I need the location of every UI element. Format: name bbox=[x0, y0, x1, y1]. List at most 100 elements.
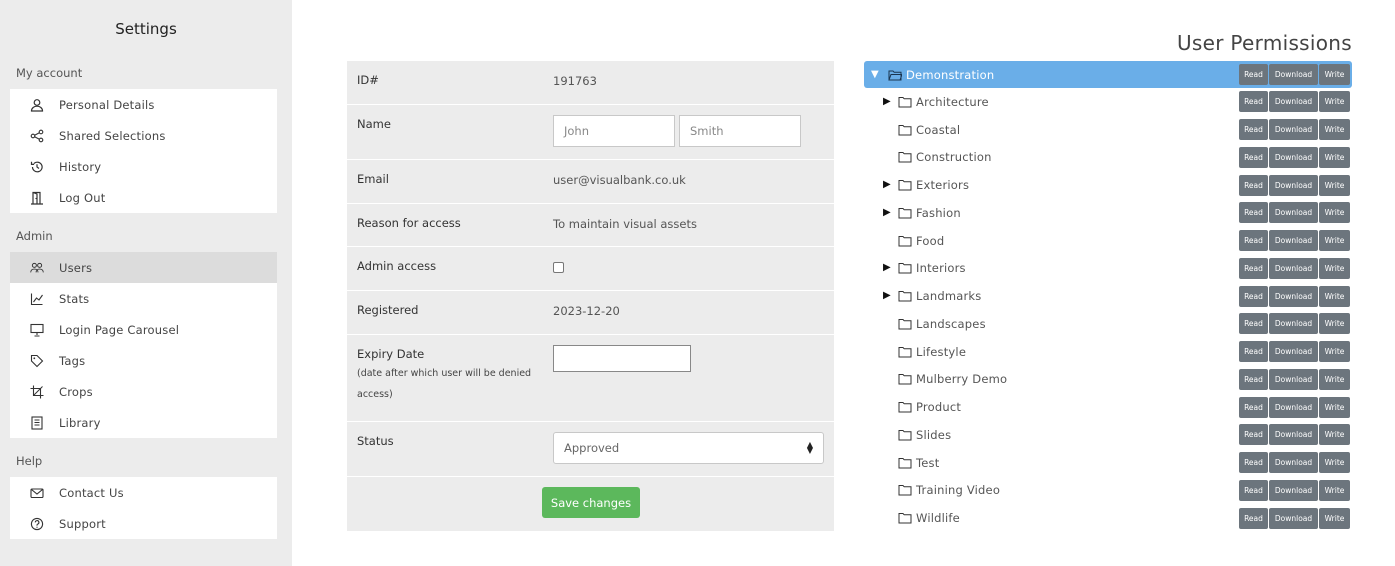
download-button[interactable]: Download bbox=[1269, 313, 1318, 335]
write-button[interactable]: Write bbox=[1319, 202, 1350, 224]
first-name-field[interactable]: John bbox=[553, 115, 675, 147]
read-button[interactable]: Read bbox=[1239, 396, 1268, 418]
read-button[interactable]: Read bbox=[1239, 313, 1268, 335]
tree-row-folder[interactable]: Test Read Download Write bbox=[864, 449, 1352, 477]
caret-right-icon[interactable]: ▶ bbox=[883, 96, 893, 107]
permission-buttons: Read Download Write bbox=[1239, 91, 1350, 113]
admin-access-checkbox[interactable] bbox=[553, 262, 564, 273]
write-button[interactable]: Write bbox=[1319, 396, 1350, 418]
expiry-date-field[interactable] bbox=[553, 345, 691, 372]
caret-right-icon[interactable]: ▶ bbox=[883, 263, 893, 273]
tree-row-folder[interactable]: Construction Read Download Write bbox=[864, 144, 1352, 172]
write-button[interactable]: Write bbox=[1319, 146, 1350, 168]
tree-row-folder[interactable]: ▶ Exteriors Read Download Write bbox=[864, 171, 1352, 199]
permissions-tree: ▼ Demonstration Read Download Write ▶ Arc… bbox=[864, 61, 1352, 532]
sidebar-item-contact-us[interactable]: Contact Us bbox=[10, 477, 277, 508]
write-button[interactable]: Write bbox=[1319, 91, 1350, 113]
sidebar-item-library[interactable]: Library bbox=[10, 407, 277, 438]
write-button[interactable]: Write bbox=[1319, 368, 1350, 390]
read-button[interactable]: Read bbox=[1239, 146, 1268, 168]
read-button[interactable]: Read bbox=[1239, 507, 1268, 529]
save-changes-button[interactable]: Save changes bbox=[542, 487, 640, 518]
read-button[interactable]: Read bbox=[1239, 202, 1268, 224]
last-name-field[interactable]: Smith bbox=[679, 115, 801, 147]
tree-row-folder[interactable]: Wildlife Read Download Write bbox=[864, 504, 1352, 532]
tree-row-folder[interactable]: Mulberry Demo Read Download Write bbox=[864, 366, 1352, 394]
caret-right-icon[interactable]: ▶ bbox=[883, 207, 893, 218]
tree-row-folder[interactable]: Landscapes Read Download Write bbox=[864, 310, 1352, 338]
write-button[interactable]: Write bbox=[1319, 452, 1350, 474]
caret-right-icon[interactable]: ▶ bbox=[883, 180, 893, 190]
tree-row-folder[interactable]: Slides Read Download Write bbox=[864, 421, 1352, 449]
write-button[interactable]: Write bbox=[1319, 64, 1350, 85]
read-button[interactable]: Read bbox=[1239, 424, 1268, 446]
write-button[interactable]: Write bbox=[1319, 230, 1350, 252]
read-button[interactable]: Read bbox=[1239, 479, 1268, 501]
tree-node-label: Mulberry Demo bbox=[916, 372, 1008, 387]
download-button[interactable]: Download bbox=[1269, 64, 1318, 85]
download-button[interactable]: Download bbox=[1269, 424, 1318, 446]
read-button[interactable]: Read bbox=[1239, 119, 1268, 141]
sidebar-item-users[interactable]: Users bbox=[10, 252, 277, 283]
permission-buttons: Read Download Write bbox=[1239, 479, 1350, 501]
tree-row-folder[interactable]: Lifestyle Read Download Write bbox=[864, 338, 1352, 366]
download-button[interactable]: Download bbox=[1269, 91, 1318, 113]
read-button[interactable]: Read bbox=[1239, 64, 1268, 85]
read-button[interactable]: Read bbox=[1239, 174, 1268, 196]
download-button[interactable]: Download bbox=[1269, 452, 1318, 474]
tree-row-folder[interactable]: Food Read Download Write bbox=[864, 227, 1352, 255]
write-button[interactable]: Write bbox=[1319, 313, 1350, 335]
write-button[interactable]: Write bbox=[1319, 479, 1350, 501]
write-button[interactable]: Write bbox=[1319, 424, 1350, 446]
tree-row-folder[interactable]: ▶ Fashion Read Download Write bbox=[864, 199, 1352, 227]
download-button[interactable]: Download bbox=[1269, 396, 1318, 418]
read-button[interactable]: Read bbox=[1239, 368, 1268, 390]
sidebar-item-crops[interactable]: Crops bbox=[10, 376, 277, 407]
sidebar-item-tags[interactable]: Tags bbox=[10, 345, 277, 376]
caret-right-icon[interactable]: ▶ bbox=[883, 291, 893, 301]
download-button[interactable]: Download bbox=[1269, 230, 1318, 252]
status-select[interactable]: Approved ▲ ▼ bbox=[553, 432, 824, 464]
download-button[interactable]: Download bbox=[1269, 202, 1318, 224]
sidebar-item-login-page-carousel[interactable]: Login Page Carousel bbox=[10, 314, 277, 345]
download-button[interactable]: Download bbox=[1269, 368, 1318, 390]
sidebar-item-shared-selections[interactable]: Shared Selections bbox=[10, 120, 277, 151]
tree-node-label: Lifestyle bbox=[916, 344, 967, 359]
sidebar-item-label: Tags bbox=[59, 353, 86, 368]
download-button[interactable]: Download bbox=[1269, 119, 1318, 141]
write-button[interactable]: Write bbox=[1319, 285, 1350, 307]
sidebar-item-personal-details[interactable]: Personal Details bbox=[10, 89, 277, 120]
read-button[interactable]: Read bbox=[1239, 452, 1268, 474]
write-button[interactable]: Write bbox=[1319, 174, 1350, 196]
folder-icon bbox=[898, 485, 912, 496]
download-button[interactable]: Download bbox=[1269, 285, 1318, 307]
write-button[interactable]: Write bbox=[1319, 119, 1350, 141]
read-button[interactable]: Read bbox=[1239, 341, 1268, 363]
write-button[interactable]: Write bbox=[1319, 507, 1350, 529]
download-button[interactable]: Download bbox=[1269, 507, 1318, 529]
sidebar-item-log-out[interactable]: Log Out bbox=[10, 182, 277, 213]
sidebar-item-support[interactable]: Support bbox=[10, 508, 277, 539]
tree-row-root[interactable]: ▼ Demonstration Read Download Write bbox=[864, 61, 1352, 88]
tree-row-folder[interactable]: Coastal Read Download Write bbox=[864, 116, 1352, 144]
tree-row-folder[interactable]: ▶ Landmarks Read Download Write bbox=[864, 282, 1352, 310]
read-button[interactable]: Read bbox=[1239, 257, 1268, 279]
caret-down-icon[interactable]: ▼ bbox=[871, 69, 881, 80]
users-icon bbox=[30, 261, 44, 275]
tree-row-folder[interactable]: Product Read Download Write bbox=[864, 393, 1352, 421]
tree-row-folder[interactable]: Training Video Read Download Write bbox=[864, 477, 1352, 505]
sidebar-item-stats[interactable]: Stats bbox=[10, 283, 277, 314]
download-button[interactable]: Download bbox=[1269, 341, 1318, 363]
write-button[interactable]: Write bbox=[1319, 341, 1350, 363]
read-button[interactable]: Read bbox=[1239, 230, 1268, 252]
download-button[interactable]: Download bbox=[1269, 174, 1318, 196]
tree-row-folder[interactable]: ▶ Interiors Read Download Write bbox=[864, 255, 1352, 283]
download-button[interactable]: Download bbox=[1269, 146, 1318, 168]
write-button[interactable]: Write bbox=[1319, 257, 1350, 279]
download-button[interactable]: Download bbox=[1269, 257, 1318, 279]
download-button[interactable]: Download bbox=[1269, 479, 1318, 501]
read-button[interactable]: Read bbox=[1239, 285, 1268, 307]
sidebar-item-history[interactable]: History bbox=[10, 151, 277, 182]
read-button[interactable]: Read bbox=[1239, 91, 1268, 113]
tree-row-folder[interactable]: ▶ Architecture Read Download Write bbox=[864, 88, 1352, 116]
